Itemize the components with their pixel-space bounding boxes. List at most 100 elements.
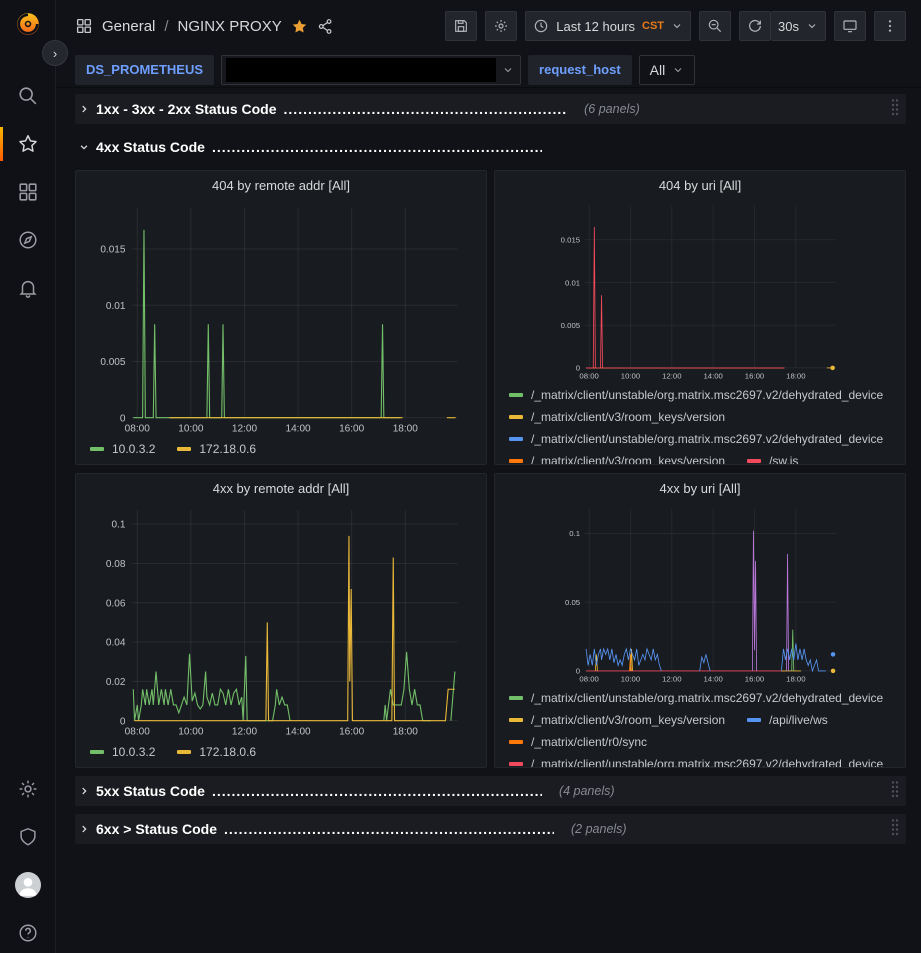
y-tick-label: 0.05 (565, 598, 580, 607)
panel-grid-row-1: 404 by remote addr [All] 00.0050.010.015… (75, 170, 906, 465)
sidebar: › (0, 0, 56, 953)
legend-label: /_matrix/client/unstable/org.matrix.msc2… (531, 691, 883, 705)
legend-item[interactable]: /api/live/ws (747, 713, 828, 727)
sidebar-item-dashboards[interactable] (0, 180, 56, 204)
timeseries-chart[interactable]: 00.020.040.060.080.108:0010:0012:0014:00… (76, 503, 486, 739)
dashboards-grid-icon (75, 17, 93, 35)
legend-color-swatch (509, 415, 523, 419)
legend-item[interactable]: /_matrix/client/unstable/org.matrix.msc2… (509, 691, 883, 705)
chart-canvas: 00.0050.010.01508:0010:0012:0014:0016:00… (76, 200, 486, 436)
row-drag-handle[interactable] (890, 98, 900, 121)
grafana-logo[interactable] (0, 12, 56, 36)
person-icon (15, 872, 41, 898)
row-panel-count: (4 panels) (559, 784, 615, 798)
panel-title[interactable]: 404 by uri [All] (495, 171, 905, 200)
sidebar-item-settings[interactable] (0, 777, 56, 801)
x-tick-label: 16:00 (745, 674, 764, 683)
share-icon[interactable] (317, 18, 334, 35)
refresh-interval-dropdown[interactable]: 30s (771, 11, 826, 41)
time-range-picker[interactable]: Last 12 hours CST (525, 11, 691, 41)
sidebar-item-search[interactable] (0, 84, 56, 108)
row-header-6xx[interactable]: 6xx > Status Code ......................… (75, 814, 906, 844)
variable-label-request-host[interactable]: request_host (528, 55, 632, 85)
x-tick-label: 18:00 (786, 674, 805, 683)
x-tick-label: 12:00 (662, 674, 681, 683)
page-title[interactable]: NGINX PROXY (178, 18, 282, 35)
panel-legend: /_matrix/client/unstable/org.matrix.msc2… (495, 382, 905, 464)
row-title: 6xx > Status Code (96, 821, 217, 837)
series-line (384, 652, 431, 721)
favorite-star-icon[interactable] (291, 18, 308, 35)
sidebar-expand-button[interactable]: › (42, 40, 68, 66)
legend-row: 10.0.3.2 172.18.0.6 (90, 438, 472, 460)
panel-title[interactable]: 4xx by uri [All] (495, 474, 905, 503)
variable-label-ds-prometheus[interactable]: DS_PROMETHEUS (75, 55, 214, 85)
x-tick-label: 14:00 (285, 726, 311, 737)
bell-icon (17, 277, 39, 299)
panel-404-by-remote-addr: 404 by remote addr [All] 00.0050.010.015… (75, 170, 487, 465)
legend-color-swatch (509, 740, 523, 744)
legend-item[interactable]: /_matrix/client/unstable/org.matrix.msc2… (509, 432, 883, 446)
dashboard-scroll-area: 1xx - 3xx - 2xx Status Code ............… (56, 88, 921, 953)
sidebar-item-starred[interactable] (0, 132, 56, 156)
timezone-label: CST (642, 20, 664, 32)
series-point (831, 652, 836, 657)
refresh-button[interactable] (739, 11, 771, 41)
row-header-5xx[interactable]: 5xx Status Code ........................… (75, 776, 906, 806)
panel-title[interactable]: 4xx by remote addr [All] (76, 474, 486, 503)
row-drag-handle[interactable] (890, 780, 900, 803)
legend-item[interactable]: /_matrix/client/v3/room_keys/version (509, 713, 725, 727)
row-drag-handle[interactable] (890, 818, 900, 841)
legend-item[interactable]: 172.18.0.6 (177, 442, 256, 456)
sidebar-item-server-admin[interactable] (0, 825, 56, 849)
tv-mode-button[interactable] (834, 11, 866, 41)
y-tick-label: 0.005 (100, 357, 126, 368)
legend-row: /_matrix/client/unstable/org.matrix.msc2… (509, 428, 891, 450)
variable-value-ds-prometheus[interactable] (221, 55, 521, 85)
timeseries-chart[interactable]: 00.0050.010.01508:0010:0012:0014:0016:00… (495, 200, 905, 382)
variable-value-request-host[interactable]: All (639, 55, 696, 85)
zoom-out-time-button[interactable] (699, 11, 731, 41)
timeseries-chart[interactable]: 00.0050.010.01508:0010:0012:0014:0016:00… (76, 200, 486, 436)
row-panel-count: (2 panels) (571, 822, 627, 836)
legend-item[interactable]: /sw.js (747, 454, 798, 464)
legend-item[interactable]: /_matrix/client/r0/sync (509, 735, 647, 749)
save-dashboard-button[interactable] (445, 11, 477, 41)
legend-label: /_matrix/client/unstable/org.matrix.msc2… (531, 432, 883, 446)
sidebar-item-alerting[interactable] (0, 276, 56, 300)
row-header-1xx-3xx-2xx[interactable]: 1xx - 3xx - 2xx Status Code ............… (75, 94, 906, 124)
dashboard-settings-button[interactable] (485, 11, 517, 41)
y-tick-label: 0.005 (561, 321, 580, 330)
sidebar-item-help[interactable] (0, 921, 56, 945)
x-tick-label: 16:00 (339, 726, 365, 737)
series-line (133, 230, 400, 418)
timeseries-chart[interactable]: 00.050.108:0010:0012:0014:0016:0018:00 (495, 503, 905, 685)
legend-item[interactable]: /_matrix/client/unstable/org.matrix.msc2… (509, 757, 883, 767)
more-options-button[interactable] (874, 11, 906, 41)
legend-item[interactable]: /_matrix/client/unstable/org.matrix.msc2… (509, 388, 883, 402)
breadcrumb-section[interactable]: General (102, 18, 155, 35)
sidebar-item-profile[interactable] (0, 873, 56, 897)
sidebar-item-explore[interactable] (0, 228, 56, 252)
row-title: 1xx - 3xx - 2xx Status Code (96, 101, 277, 117)
panel-title[interactable]: 404 by remote addr [All] (76, 171, 486, 200)
legend-color-swatch (509, 393, 523, 397)
legend-item[interactable]: 172.18.0.6 (177, 745, 256, 759)
legend-color-swatch (177, 447, 191, 451)
y-tick-label: 0.015 (100, 245, 126, 256)
x-tick-label: 10:00 (621, 371, 640, 380)
legend-row: /_matrix/client/v3/room_keys/version/api… (509, 709, 891, 731)
legend-label: /_matrix/client/unstable/org.matrix.msc2… (531, 388, 883, 402)
chevron-right-icon (79, 824, 89, 834)
row-header-4xx[interactable]: 4xx Status Code ........................… (75, 132, 906, 162)
legend-item[interactable]: 10.0.3.2 (90, 745, 155, 759)
legend-item[interactable]: 10.0.3.2 (90, 442, 155, 456)
x-tick-label: 16:00 (339, 423, 365, 434)
legend-row: /_matrix/client/unstable/org.matrix.msc2… (509, 753, 891, 767)
legend-item[interactable]: /_matrix/client/v3/room_keys/version (509, 454, 725, 464)
legend-label: 10.0.3.2 (112, 745, 155, 759)
legend-item[interactable]: /_matrix/client/v3/room_keys/version (509, 410, 725, 424)
variable-selected-value: All (650, 62, 666, 78)
y-tick-label: 0.08 (106, 559, 126, 570)
legend-row: /_matrix/client/v3/room_keys/version (509, 406, 891, 428)
